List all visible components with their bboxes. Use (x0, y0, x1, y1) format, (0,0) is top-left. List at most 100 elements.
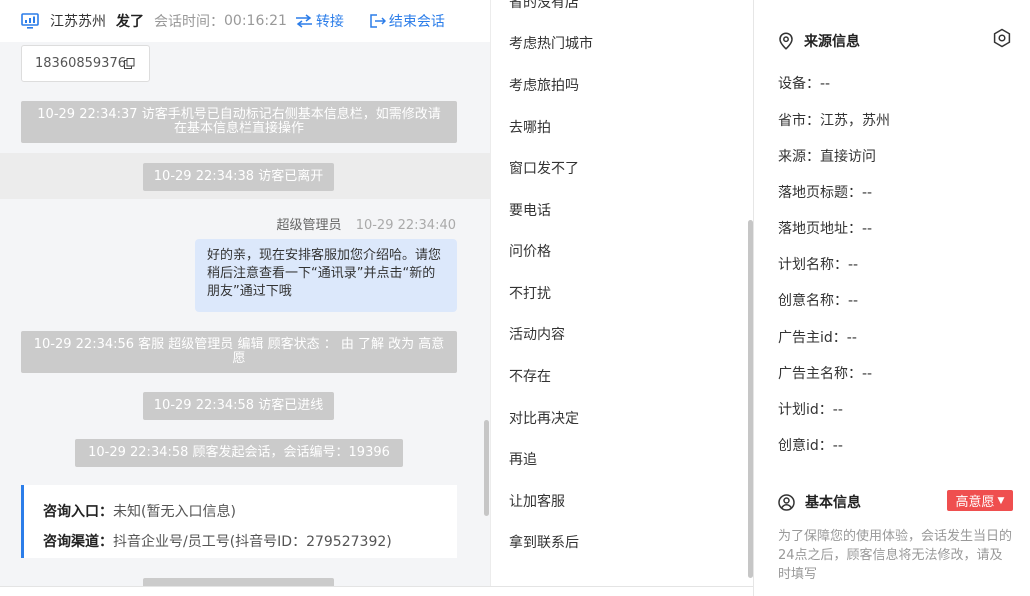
chat-panel: 18360859376 10-29 22:34:37 访客手机号已自动标记右侧基… (0, 0, 490, 586)
session-time-value: 00:16:21 (224, 13, 287, 29)
consult-entry-label: 咨询入口： (43, 504, 113, 520)
user-circle-icon (778, 493, 795, 511)
consult-channel-value: 抖音企业号/员工号(抖音号ID：279527392) (113, 534, 392, 550)
copy-icon[interactable] (124, 58, 135, 73)
source-info-header: 来源信息 (778, 31, 860, 51)
quick-reply-item[interactable]: 问价格 (509, 241, 551, 261)
quick-reply-item[interactable]: 考虑热门城市 (509, 33, 593, 53)
transfer-button[interactable]: 转接 (295, 11, 344, 31)
consult-entry-value: 未知(暂无入口信息) (113, 504, 236, 520)
info-field-plan-name: 计划名称：-- (778, 254, 858, 274)
field-label: 计划id： (778, 402, 833, 418)
location-pin-icon (779, 32, 793, 50)
info-field-creative-name: 创意名称：-- (778, 290, 858, 310)
system-message-partial (143, 578, 334, 586)
source-info-title: 来源信息 (804, 34, 860, 50)
info-field-advertiser-id: 广告主id：-- (778, 327, 857, 347)
chat-header: 江苏苏州 发了 会话时间： 00:16:21 转接 结束会话 (0, 0, 490, 42)
system-message: 10-29 22:34:58 访客已进线 (143, 392, 334, 420)
field-value: -- (862, 185, 873, 201)
info-field-advertiser-name: 广告主名称：-- (778, 363, 872, 383)
field-label: 创意id： (778, 438, 833, 454)
quick-reply-item[interactable]: 窗口发不了 (509, 158, 579, 178)
intent-level-label: 高意愿 (955, 495, 995, 510)
system-message-text: 10-29 22:34:56 客服 超级管理员 编辑 顾客状态 ： 由 了解 改… (33, 337, 445, 366)
field-value: 直接访问 (820, 149, 876, 165)
system-message: 10-29 22:34:58 顾客发起会话，会话编号：19396 (75, 439, 403, 467)
field-label: 落地页地址： (778, 221, 862, 237)
field-label: 广告主名称： (778, 366, 862, 382)
session-title: 发了 (116, 14, 144, 30)
consult-source-card: 咨询入口：未知(暂无入口信息) 咨询渠道：抖音企业号/员工号(抖音号ID：279… (21, 485, 457, 558)
field-value: -- (862, 366, 873, 382)
info-field-creative-id: 创意id：-- (778, 435, 843, 455)
field-value: 江苏，苏州 (820, 113, 890, 129)
end-session-label: 结束会话 (388, 14, 445, 30)
field-label: 落地页标题： (778, 185, 862, 201)
quick-reply-item[interactable]: 拿到联系后 (509, 532, 579, 552)
field-label: 广告主id： (778, 330, 847, 346)
field-value: -- (846, 330, 857, 346)
system-message: 10-29 22:34:56 客服 超级管理员 编辑 顾客状态 ： 由 了解 改… (21, 331, 457, 373)
info-field-province-city: 省市：江苏，苏州 (778, 110, 890, 130)
system-message: 10-29 22:34:38 访客已离开 (143, 163, 334, 191)
session-workspace: 18360859376 10-29 22:34:37 访客手机号已自动标记右侧基… (0, 0, 1030, 596)
system-message-text: 10-29 22:34:38 访客已离开 (153, 169, 324, 184)
message-meta: 超级管理员 10-29 22:34:40 (277, 214, 456, 233)
bottom-strip (0, 586, 753, 596)
field-value: -- (862, 221, 873, 237)
quick-reply-item[interactable]: 让加客服 (509, 491, 565, 511)
basic-info-header: 基本信息 (778, 492, 861, 512)
transfer-icon (295, 14, 312, 28)
agent-name: 超级管理员 (276, 218, 342, 233)
quick-reply-item[interactable]: 活动内容 (509, 324, 565, 344)
transfer-label: 转接 (315, 14, 344, 30)
quick-reply-item[interactable]: 不打扰 (509, 283, 551, 303)
basic-info-title: 基本信息 (805, 495, 861, 511)
end-session-button[interactable]: 结束会话 (370, 11, 445, 31)
quick-reply-list: 省的没有店 考虑热门城市 考虑旅拍吗 去哪拍 窗口发不了 要电话 问价格 不打扰… (490, 0, 753, 586)
caret-down-icon: ▼ (997, 495, 1005, 506)
consult-entry-row: 咨询入口：未知(暂无入口信息) (43, 497, 457, 527)
end-session-icon (370, 14, 386, 28)
system-message-text: 10-29 22:34:37 访客手机号已自动标记右侧基本信息栏，如需修改请在基… (37, 107, 441, 136)
visitor-location: 江苏苏州 (50, 14, 106, 30)
quick-reply-item[interactable]: 不存在 (509, 366, 551, 386)
quick-reply-item[interactable]: 要电话 (509, 200, 551, 220)
quick-reply-item[interactable]: 省的没有店 (509, 0, 579, 12)
quick-reply-item[interactable]: 再追 (509, 449, 537, 469)
phone-chip[interactable]: 18360859376 (21, 45, 150, 82)
field-value: -- (832, 402, 843, 418)
info-field-source: 来源：直接访问 (778, 146, 876, 166)
monitor-icon (20, 11, 40, 31)
agent-message-bubble: 好的亲，现在安排客服加您介绍哈。请您稍后注意查看一下“通讯录”并点击“新的朋友”… (195, 239, 457, 312)
info-field-landing-url: 落地页地址：-- (778, 218, 872, 238)
field-label: 省市： (778, 113, 820, 129)
quick-reply-item[interactable]: 对比再决定 (509, 408, 579, 428)
field-label: 来源： (778, 149, 820, 165)
chat-scrollbar[interactable] (484, 420, 489, 516)
agent-message-text: 好的亲，现在安排客服加您介绍哈。请您稍后注意查看一下“通讯录”并点击“新的朋友”… (207, 248, 442, 299)
consult-channel-row: 咨询渠道：抖音企业号/员工号(抖音号ID：279527392) (43, 527, 457, 557)
field-value: -- (820, 76, 831, 92)
system-message-text: 10-29 22:34:58 顾客发起会话，会话编号：19396 (88, 445, 390, 460)
field-label: 计划名称： (778, 257, 848, 273)
message-time: 10-29 22:34:40 (355, 218, 456, 233)
edit-notice: 为了保障您的使用体验，会话发生当日的24点之后，顾客信息将无法修改，请及时填写 (778, 529, 1013, 582)
session-time-label: 会话时间： (154, 14, 224, 30)
system-message-text: 10-29 22:34:58 访客已进线 (153, 398, 324, 413)
field-value: -- (832, 438, 843, 454)
quick-reply-item[interactable]: 去哪拍 (509, 117, 551, 137)
info-field-device: 设备：-- (778, 73, 830, 93)
info-field-landing-title: 落地页标题：-- (778, 182, 872, 202)
intent-level-dropdown[interactable]: 高意愿 ▼ (947, 490, 1013, 511)
field-label: 设备： (778, 76, 820, 92)
settings-icon[interactable] (992, 28, 1012, 52)
visitor-phone: 18360859376 (35, 56, 126, 71)
field-value: -- (848, 293, 859, 309)
system-message: 10-29 22:34:37 访客手机号已自动标记右侧基本信息栏，如需修改请在基… (21, 101, 457, 143)
field-value: -- (848, 257, 859, 273)
quick-reply-item[interactable]: 考虑旅拍吗 (509, 75, 579, 95)
info-field-plan-id: 计划id：-- (778, 399, 843, 419)
field-label: 创意名称： (778, 293, 848, 309)
